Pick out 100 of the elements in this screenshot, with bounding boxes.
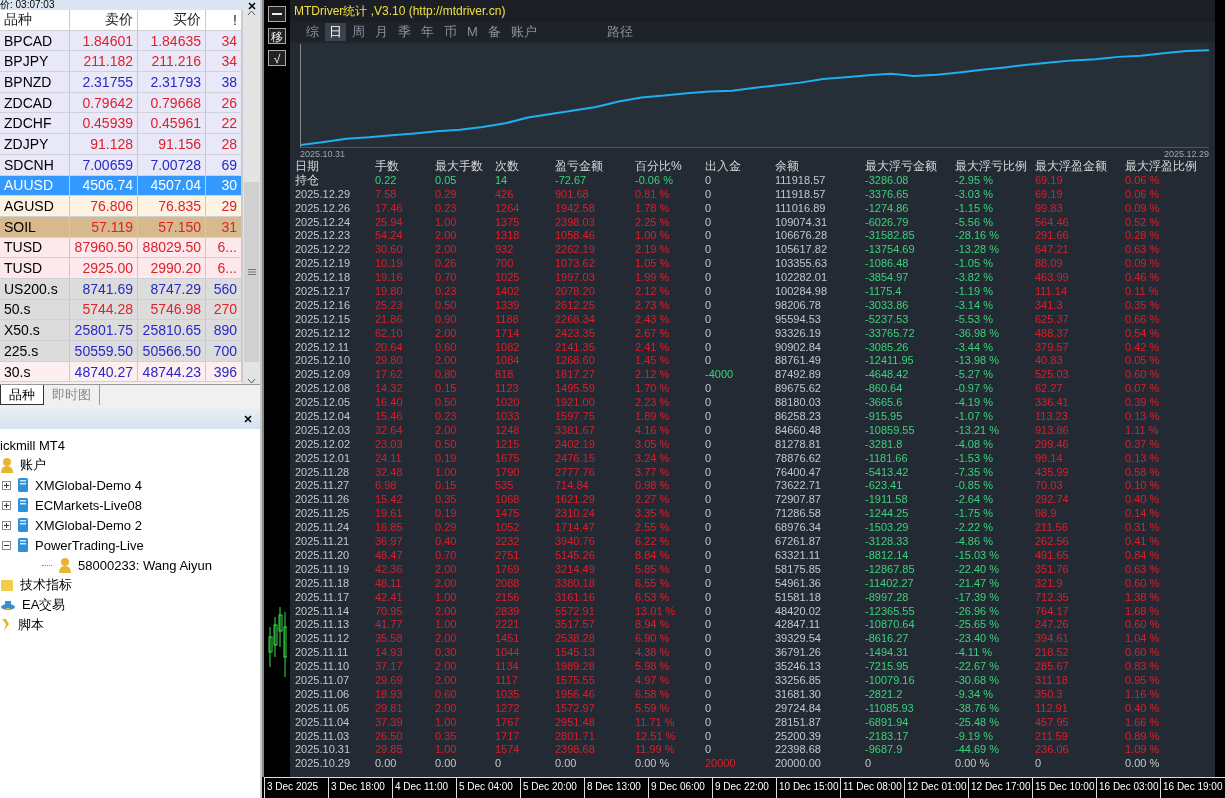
axis-label: 2025.10.31 — [300, 148, 346, 160]
table-cell-text: -11085.93 — [865, 701, 915, 716]
symbol-cell[interactable]: ZDJPY — [0, 134, 70, 155]
tab[interactable]: 周 — [348, 23, 369, 41]
table-cell-text: -3854.97 — [865, 271, 910, 285]
symbol-cell[interactable]: 225.s — [0, 341, 70, 362]
tab[interactable]: 月 — [371, 23, 392, 41]
table-cell: 88029.50 — [138, 237, 206, 259]
column-header[interactable]: ! — [206, 10, 242, 31]
tree-item[interactable]: ickmill MT4 — [0, 437, 65, 453]
table-cell-text: 336.41 — [1035, 396, 1070, 411]
symbol-cell[interactable]: 30.s — [0, 361, 70, 383]
symbol-cell[interactable]: BPNZD — [0, 72, 70, 93]
tab[interactable]: 备 — [483, 23, 505, 41]
table-cell-text: -1175.4 — [865, 285, 903, 299]
table-cell-text: 78876.62 — [775, 451, 822, 466]
plus-icon[interactable] — [2, 500, 11, 510]
scrollbar[interactable] — [242, 10, 260, 384]
tab[interactable]: 季 — [394, 23, 415, 41]
table-cell-text: 2.00 — [435, 423, 458, 438]
table-cell-text: 0 — [865, 757, 873, 772]
table-cell-text: 0 — [705, 396, 713, 411]
plus-icon[interactable] — [2, 520, 11, 530]
table-cell-text: 0.06 % — [1125, 173, 1161, 188]
table-cell-text: 0.50 — [435, 437, 458, 452]
panel-button[interactable]: √ — [268, 50, 286, 66]
table-cell-text: 2.00 — [435, 604, 458, 619]
tree-item[interactable]: PowerTrading-Live — [35, 537, 144, 553]
tree-item[interactable]: 脚本 — [18, 616, 44, 634]
table-cell: 6... — [206, 237, 242, 259]
symbol-cell[interactable]: ZDCAD — [0, 92, 70, 114]
tree-item[interactable]: 技术指标 — [20, 576, 72, 594]
date-cell-text: 2025.12.22 — [295, 243, 352, 258]
symbol-cell[interactable]: BPJPY — [0, 51, 70, 73]
symbol-cell[interactable]: X50.s — [0, 320, 70, 341]
tree-item[interactable]: 58000233: Wang Aiyun — [78, 557, 212, 573]
tree-item[interactable]: EA交易 — [22, 596, 66, 614]
table-cell-text: 1.89 % — [635, 410, 671, 424]
table-cell-text: -4.08 % — [955, 437, 994, 452]
table-cell: 6... — [206, 258, 242, 279]
tree-item[interactable]: XMGlobal-Demo 4 — [35, 477, 142, 493]
table-cell-text: 0 — [705, 479, 713, 494]
tree-item[interactable]: ECMarkets-Live08 — [35, 497, 142, 513]
tree-item[interactable]: 账户 — [20, 456, 46, 474]
tab[interactable]: 币 — [440, 23, 461, 41]
table-cell-text: -915.95 — [865, 410, 904, 424]
table-cell-text: 1714.47 — [555, 521, 596, 536]
symbol-cell[interactable]: BPCAD — [0, 30, 70, 52]
tab[interactable]: 账户 — [506, 23, 541, 41]
table-cell-text: 90902.84 — [775, 340, 822, 355]
tab[interactable]: 综 — [302, 23, 323, 41]
table-cell-text: 2.41 % — [635, 340, 671, 355]
table-cell-text: 0.23 — [435, 201, 458, 216]
symbol-cell[interactable]: TUSD — [0, 258, 70, 279]
table-cell-text: -1911.58 — [865, 493, 909, 508]
table-cell-text: 0.35 — [435, 729, 458, 744]
table-cell-text: 351.76 — [1035, 562, 1070, 577]
table-cell-text: 0.60 % — [1125, 618, 1161, 633]
table-cell-text: 19.16 — [375, 271, 404, 285]
minus-icon[interactable] — [2, 540, 11, 550]
table-cell-text: 42847.11 — [775, 618, 822, 633]
table-cell-text: 35246.13 — [775, 660, 822, 674]
table-cell-text: 218.52 — [1035, 646, 1070, 661]
date-cell-text: 2025.11.26 — [295, 493, 351, 508]
table-cell-text: -2.95 % — [955, 173, 994, 188]
tab[interactable]: 日 — [325, 23, 346, 41]
symbol-cell[interactable]: SDCNH — [0, 154, 70, 176]
date-cell-text: 2025.12.18 — [295, 271, 352, 285]
tree-item[interactable]: XMGlobal-Demo 2 — [35, 517, 142, 533]
table-cell-text: -30.68 % — [955, 673, 1001, 688]
column-header[interactable]: 品种 — [0, 10, 70, 31]
table-cell-text: 81278.81 — [775, 437, 822, 452]
tab[interactable]: 品种 — [0, 385, 44, 405]
tab[interactable]: 路径 — [602, 23, 637, 41]
table-cell-text: 0 — [705, 451, 713, 466]
plus-icon[interactable] — [2, 480, 11, 490]
table-cell-text: 0 — [1035, 757, 1043, 772]
symbol-cell[interactable]: US200.s — [0, 278, 70, 300]
symbol-cell[interactable]: SOIL — [0, 216, 70, 238]
table-cell: 22 — [206, 113, 242, 135]
table-cell-text: -5413.42 — [865, 465, 910, 480]
table-cell-text: 3517.57 — [555, 618, 596, 633]
table-cell-text: 0.42 % — [1125, 340, 1161, 355]
table-cell-text: -3033.86 — [865, 298, 910, 313]
tab[interactable]: 年 — [417, 23, 438, 41]
table-cell-text: -3.14 % — [955, 298, 994, 313]
column-header[interactable]: 卖价 — [70, 10, 138, 31]
table-cell-text: 5.98 % — [635, 660, 671, 674]
symbol-cell[interactable]: ZDCHF — [0, 113, 70, 135]
table-cell-text: 1451 — [495, 632, 521, 647]
table-cell: 48740.27 — [70, 361, 138, 383]
panel-button[interactable]: 移 — [268, 28, 286, 44]
table-cell-text: 3380.18 — [555, 576, 596, 591]
table-cell-text: -860.64 — [865, 382, 904, 397]
symbol-cell[interactable]: AGUSD — [0, 196, 70, 217]
symbol-cell[interactable]: TUSD — [0, 237, 70, 259]
tab[interactable]: M — [463, 23, 482, 41]
symbol-cell[interactable]: 50.s — [0, 299, 70, 321]
column-header[interactable]: 买价 — [138, 10, 206, 31]
table-cell-text: 0.41 % — [1125, 535, 1161, 549]
